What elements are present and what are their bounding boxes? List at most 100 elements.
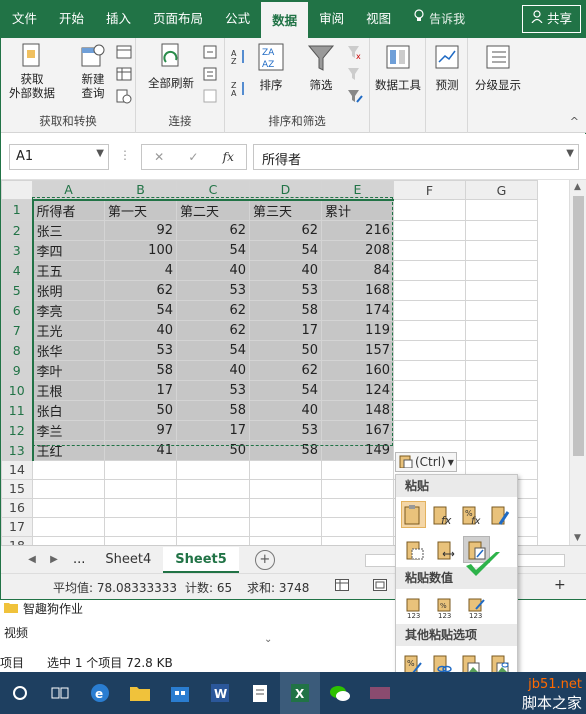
cell[interactable]: [393, 219, 466, 241]
cell[interactable]: 张华: [32, 339, 105, 361]
cell[interactable]: [465, 419, 538, 441]
cell[interactable]: 208: [321, 239, 394, 261]
column-header[interactable]: B: [104, 180, 177, 201]
outline-button[interactable]: 分级显示: [470, 42, 526, 92]
tab-insert[interactable]: 插入: [95, 0, 142, 38]
tab-review[interactable]: 审阅: [308, 0, 355, 38]
column-header[interactable]: A: [32, 180, 105, 201]
tab-data[interactable]: 数据: [261, 0, 309, 38]
row-header[interactable]: 9: [1, 359, 34, 381]
cell[interactable]: 张白: [32, 399, 105, 421]
cell[interactable]: [465, 219, 538, 241]
sort-button[interactable]: ZA AZ 排序: [253, 42, 289, 92]
cell[interactable]: [321, 459, 394, 480]
browser-icon[interactable]: e: [80, 672, 120, 714]
advanced-filter-icon[interactable]: [347, 88, 363, 104]
row-header[interactable]: 10: [1, 379, 34, 401]
cell[interactable]: 58: [176, 399, 250, 421]
cell[interactable]: [32, 535, 105, 545]
filter-button[interactable]: 筛选: [303, 42, 339, 92]
row-header[interactable]: 7: [1, 319, 34, 341]
paste-values-source-format-icon[interactable]: 123: [463, 593, 490, 620]
cell[interactable]: 第二天: [176, 199, 250, 221]
cell[interactable]: 62: [176, 219, 250, 241]
formula-input[interactable]: 所得者 ▼: [253, 144, 579, 170]
cell[interactable]: [465, 259, 538, 281]
tab-page-layout[interactable]: 页面布局: [142, 0, 214, 38]
cell[interactable]: 40: [176, 259, 250, 281]
sheet-tab-active[interactable]: Sheet5: [163, 546, 239, 573]
cell[interactable]: [176, 535, 250, 545]
row-header[interactable]: 3: [1, 239, 34, 261]
show-queries-icon[interactable]: [116, 44, 132, 60]
next-sheet-icon[interactable]: ▶: [43, 554, 65, 565]
cell[interactable]: [393, 419, 466, 441]
cell[interactable]: [465, 359, 538, 381]
cell[interactable]: 王五: [32, 259, 105, 281]
cell[interactable]: [393, 339, 466, 361]
properties-icon[interactable]: [202, 66, 218, 82]
name-box[interactable]: A1 ▼: [9, 144, 109, 170]
cell[interactable]: [176, 459, 250, 480]
formula-bar-grip-icon[interactable]: ⋮: [119, 148, 131, 162]
cell[interactable]: 58: [104, 359, 177, 381]
cell[interactable]: [32, 497, 105, 518]
cell[interactable]: 李兰: [32, 419, 105, 441]
cell[interactable]: 92: [104, 219, 177, 241]
paste-formulas-icon[interactable]: fx: [430, 501, 455, 528]
cell[interactable]: 第三天: [249, 199, 322, 221]
row-header[interactable]: 18: [1, 535, 33, 545]
row-header[interactable]: 5: [1, 279, 34, 301]
cell[interactable]: 50: [104, 399, 177, 421]
cell[interactable]: [104, 535, 177, 545]
sort-az-icon[interactable]: AZ: [231, 48, 247, 66]
cell[interactable]: 97: [104, 419, 177, 441]
column-header[interactable]: E: [321, 180, 394, 201]
tab-home[interactable]: 开始: [48, 0, 95, 38]
cell[interactable]: [249, 478, 322, 499]
excel-icon[interactable]: X: [280, 672, 320, 714]
cell[interactable]: 149: [321, 439, 394, 461]
cell[interactable]: [104, 459, 177, 480]
cell[interactable]: [393, 199, 466, 221]
collapse-ribbon-icon[interactable]: ^: [570, 115, 579, 128]
cell[interactable]: 167: [321, 419, 394, 441]
cell[interactable]: [249, 497, 322, 518]
cell[interactable]: [321, 478, 394, 499]
cell[interactable]: 李四: [32, 239, 105, 261]
paste-keep-column-widths-icon[interactable]: [432, 536, 459, 563]
chevron-down-icon[interactable]: ⌄: [264, 634, 272, 645]
task-view-icon[interactable]: [40, 672, 80, 714]
scroll-thumb[interactable]: [573, 196, 584, 456]
store-icon[interactable]: [160, 672, 200, 714]
reapply-filter-icon[interactable]: [347, 66, 363, 82]
cell[interactable]: 157: [321, 339, 394, 361]
cell[interactable]: [393, 239, 466, 261]
cell[interactable]: 100: [104, 239, 177, 261]
cell[interactable]: [393, 259, 466, 281]
cell[interactable]: 17: [176, 419, 250, 441]
paste-no-borders-icon[interactable]: [401, 536, 428, 563]
cell[interactable]: 62: [176, 319, 250, 341]
cell[interactable]: 148: [321, 399, 394, 421]
cell[interactable]: 53: [176, 379, 250, 401]
cell[interactable]: [465, 279, 538, 301]
folder-item[interactable]: 智趣狗作业: [4, 600, 83, 617]
cell[interactable]: 王红: [32, 439, 105, 461]
cell[interactable]: 53: [249, 419, 322, 441]
cell[interactable]: [393, 359, 466, 381]
cell[interactable]: 王根: [32, 379, 105, 401]
notepad-icon[interactable]: [240, 672, 280, 714]
tell-me[interactable]: 告诉我: [402, 0, 476, 38]
share-button[interactable]: 共享: [521, 5, 581, 33]
word-icon[interactable]: W: [200, 672, 240, 714]
cell[interactable]: 41: [104, 439, 177, 461]
tab-formulas[interactable]: 公式: [214, 0, 261, 38]
recent-sources-icon[interactable]: [116, 88, 132, 104]
row-header[interactable]: 12: [1, 419, 34, 441]
cell[interactable]: 4: [104, 259, 177, 281]
cell[interactable]: [465, 299, 538, 321]
cell[interactable]: 17: [249, 319, 322, 341]
row-header[interactable]: 16: [1, 497, 33, 518]
app-icon[interactable]: [360, 672, 400, 714]
